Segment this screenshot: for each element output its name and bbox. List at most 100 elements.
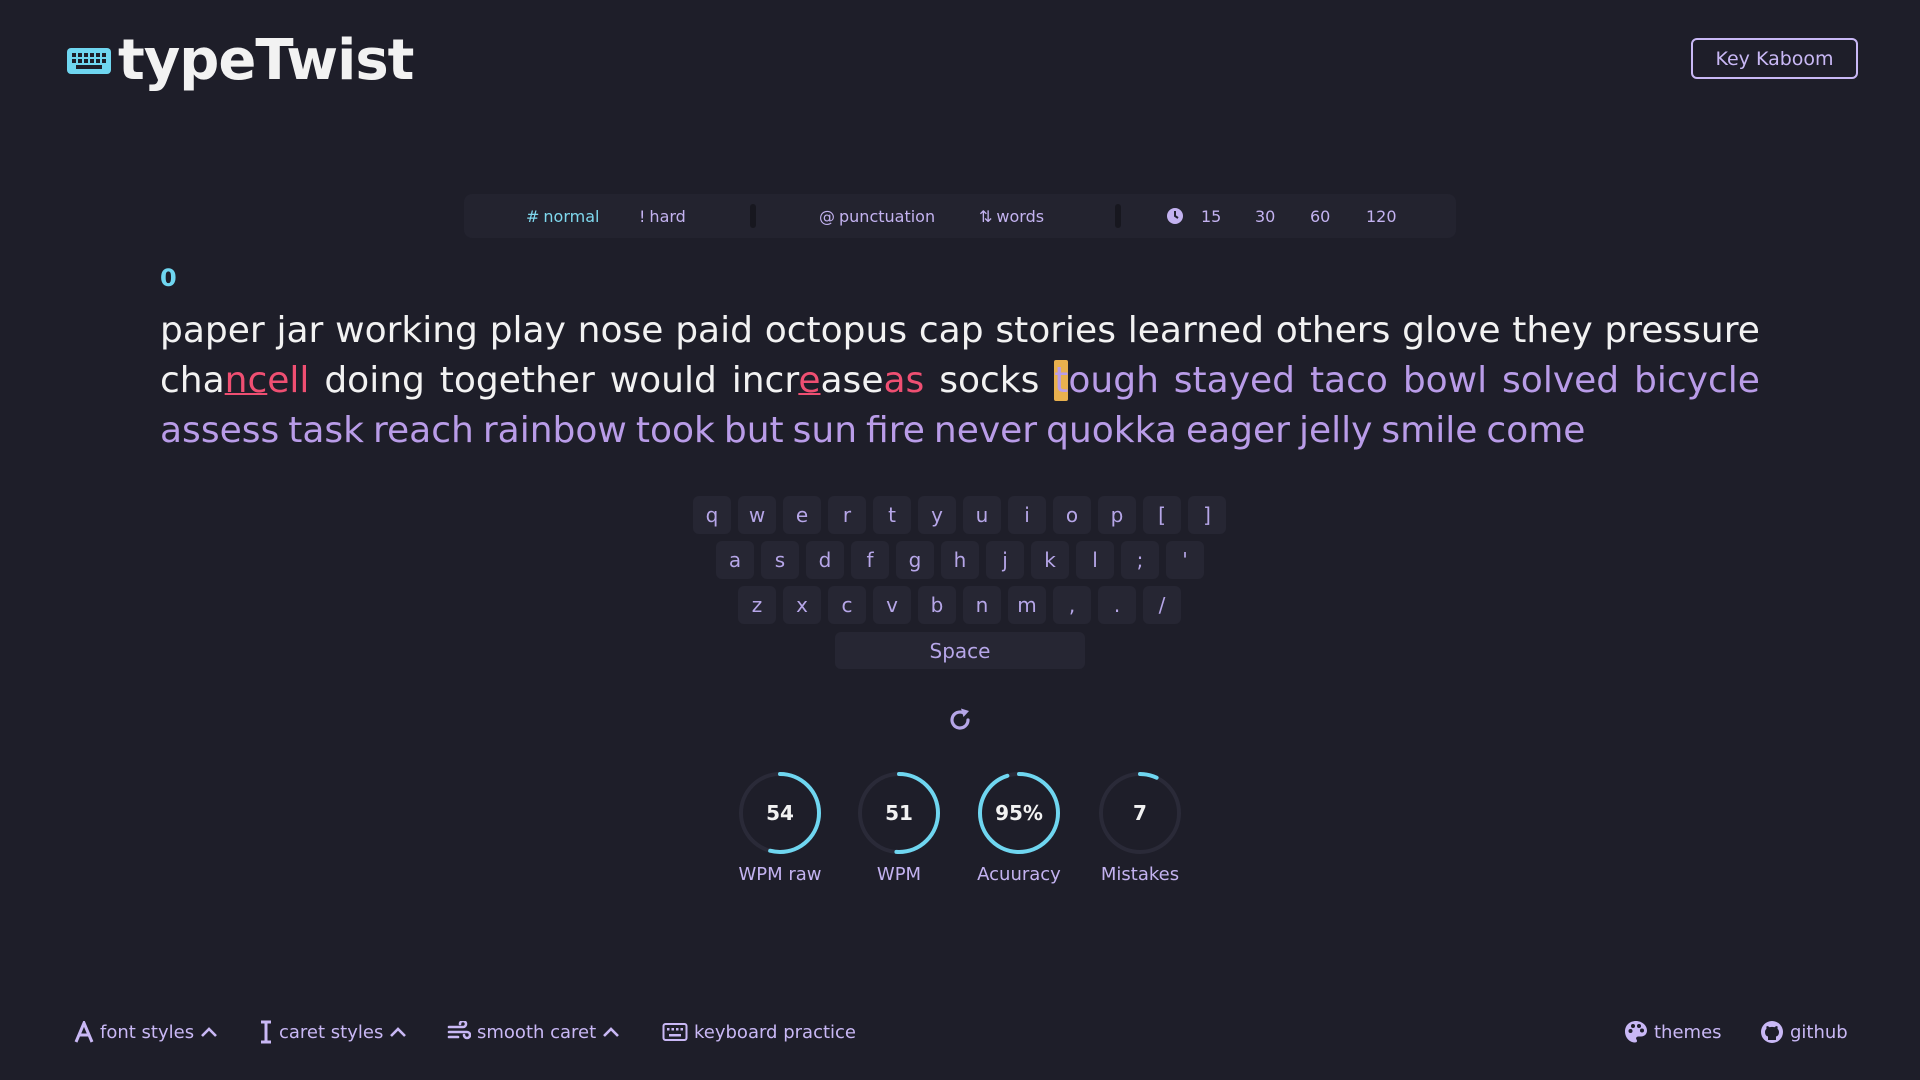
key[interactable]: y — [918, 496, 956, 534]
text-cursor-icon — [261, 1020, 271, 1044]
key-kaboom-button[interactable]: Key Kaboom — [1691, 38, 1858, 79]
word-counter: 0 — [160, 264, 177, 292]
stat-value: 54 — [766, 801, 794, 825]
chevron-up-icon — [390, 1027, 407, 1037]
word: paid — [675, 309, 753, 351]
key[interactable]: h — [941, 541, 979, 579]
key[interactable]: j — [986, 541, 1024, 579]
key[interactable]: e — [783, 496, 821, 534]
word: together — [439, 359, 595, 401]
key[interactable]: r — [828, 496, 866, 534]
text-line-1: paper jar working play nose paid octopus… — [160, 305, 1760, 355]
key[interactable]: t — [873, 496, 911, 534]
stat-value: 51 — [885, 801, 913, 825]
key[interactable]: i — [1008, 496, 1046, 534]
word: stayed — [1173, 359, 1296, 401]
word: others — [1275, 309, 1391, 351]
pending-letters: ough — [1068, 359, 1159, 401]
correct-letters: incr — [731, 359, 799, 401]
key[interactable]: [ — [1143, 496, 1181, 534]
word: sun — [792, 409, 858, 451]
smooth-caret-label: smooth caret — [477, 1021, 597, 1043]
word: bicycle — [1634, 359, 1760, 401]
logo[interactable]: typeTwist — [66, 28, 414, 93]
key[interactable]: d — [806, 541, 844, 579]
space-key[interactable]: Space — [835, 632, 1085, 669]
word: would — [609, 359, 717, 401]
key[interactable]: l — [1076, 541, 1114, 579]
key[interactable]: n — [963, 586, 1001, 624]
chevron-up-icon — [201, 1027, 217, 1037]
word: nose — [577, 309, 664, 351]
word: working — [335, 309, 478, 351]
word: quokka — [1046, 409, 1177, 451]
extra-letters: as — [883, 359, 925, 401]
word: fire — [866, 409, 925, 451]
hash-icon: # — [526, 206, 540, 226]
github-label: github — [1790, 1021, 1848, 1043]
themes-button[interactable]: themes — [1624, 1014, 1722, 1050]
key[interactable]: ] — [1188, 496, 1226, 534]
key[interactable]: m — [1008, 586, 1046, 624]
keyboard-icon — [662, 1023, 688, 1041]
key[interactable]: ' — [1166, 541, 1204, 579]
mode-normal[interactable]: # normal — [526, 194, 599, 238]
option-punctuation[interactable]: @ punctuation — [819, 194, 935, 238]
caret-styles-button[interactable]: caret styles — [259, 1014, 407, 1050]
restart-icon[interactable] — [946, 706, 974, 734]
time-30[interactable]: 30 — [1255, 194, 1275, 238]
option-words[interactable]: ⇅ words — [979, 194, 1044, 238]
github-icon — [1761, 1021, 1783, 1043]
key[interactable]: o — [1053, 496, 1091, 534]
key[interactable]: g — [896, 541, 934, 579]
key[interactable]: v — [873, 586, 911, 624]
mode-hard[interactable]: ! hard — [639, 194, 686, 238]
exclamation-icon: ! — [639, 206, 646, 226]
word: never — [933, 409, 1038, 451]
word: paper — [160, 309, 265, 351]
key[interactable]: k — [1031, 541, 1069, 579]
word: play — [489, 309, 566, 351]
word: task — [288, 409, 365, 451]
key[interactable]: . — [1098, 586, 1136, 624]
word-with-errors: increaseas — [732, 360, 925, 401]
word: cap — [918, 309, 984, 351]
smooth-caret-button[interactable]: smooth caret — [447, 1014, 620, 1050]
word: jar — [276, 309, 324, 351]
key[interactable]: a — [716, 541, 754, 579]
key[interactable]: c — [828, 586, 866, 624]
key[interactable]: f — [851, 541, 889, 579]
stat-value: 95% — [995, 801, 1043, 825]
word: but — [723, 409, 784, 451]
keyboard-practice-button[interactable]: keyboard practice — [662, 1014, 856, 1050]
text-line-2: chancell doing together would increaseas… — [160, 355, 1760, 405]
time-60[interactable]: 60 — [1310, 194, 1330, 238]
time-15[interactable]: 15 — [1201, 194, 1221, 238]
mode-hard-label: hard — [649, 206, 686, 226]
keyboard-icon — [67, 47, 111, 74]
word: octopus — [764, 309, 908, 351]
word: learned — [1127, 309, 1264, 351]
time-120[interactable]: 120 — [1366, 194, 1397, 238]
chevron-up-icon — [603, 1027, 620, 1037]
stat-wpm-raw: 54 WPM raw — [738, 771, 822, 885]
key[interactable]: s — [761, 541, 799, 579]
key[interactable]: , — [1053, 586, 1091, 624]
key[interactable]: / — [1143, 586, 1181, 624]
font-icon — [74, 1021, 94, 1043]
key[interactable]: b — [918, 586, 956, 624]
key[interactable]: z — [738, 586, 776, 624]
font-styles-button[interactable]: font styles — [74, 1014, 218, 1050]
font-styles-label: font styles — [100, 1021, 195, 1043]
key[interactable]: x — [783, 586, 821, 624]
github-link[interactable]: github — [1760, 1014, 1848, 1050]
key[interactable]: p — [1098, 496, 1136, 534]
key[interactable]: u — [963, 496, 1001, 534]
palette-icon — [1625, 1021, 1647, 1043]
word: taco — [1309, 359, 1388, 401]
word: took — [635, 409, 715, 451]
typing-text[interactable]: paper jar working play nose paid octopus… — [160, 305, 1760, 455]
key[interactable]: ; — [1121, 541, 1159, 579]
key[interactable]: w — [738, 496, 776, 534]
key[interactable]: q — [693, 496, 731, 534]
